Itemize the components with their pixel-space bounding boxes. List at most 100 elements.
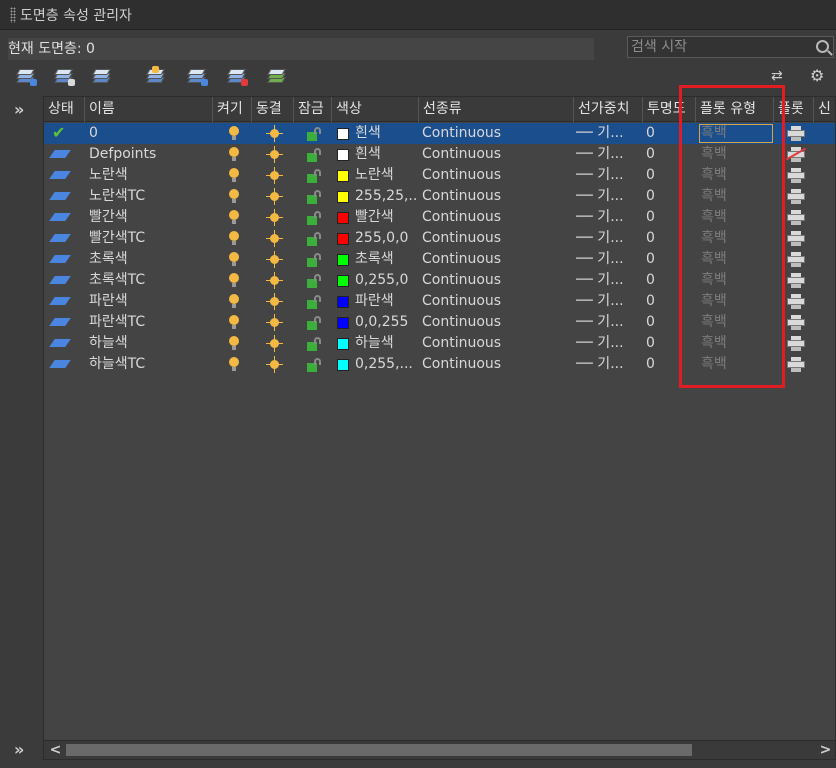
- linetype[interactable]: Continuous: [422, 333, 572, 354]
- color-label[interactable]: 파란색: [355, 291, 417, 312]
- bulb-icon[interactable]: [229, 315, 239, 329]
- printer-icon[interactable]: [785, 147, 807, 162]
- sun-icon[interactable]: [266, 125, 283, 142]
- unlock-icon[interactable]: [307, 337, 323, 351]
- bulb-icon[interactable]: [229, 252, 239, 266]
- lineweight[interactable]: ── 기...: [576, 291, 640, 312]
- layer-name[interactable]: 노란색TC: [89, 186, 211, 207]
- sun-icon[interactable]: [266, 314, 283, 331]
- sun-icon[interactable]: [266, 251, 283, 268]
- layer-name[interactable]: 빨간색TC: [89, 228, 211, 249]
- scroll-right-icon[interactable]: >: [816, 741, 835, 759]
- sun-icon[interactable]: [266, 188, 283, 205]
- linetype[interactable]: Continuous: [422, 186, 572, 207]
- color-swatch[interactable]: [337, 275, 349, 287]
- printer-icon[interactable]: [787, 294, 805, 309]
- color-swatch[interactable]: [337, 338, 349, 350]
- printer-icon[interactable]: [787, 168, 805, 183]
- unlock-icon[interactable]: [307, 190, 323, 204]
- new-layer-button[interactable]: [146, 66, 166, 86]
- unlock-icon[interactable]: [307, 295, 323, 309]
- lineweight[interactable]: ── 기...: [576, 165, 640, 186]
- linetype[interactable]: Continuous: [422, 123, 572, 144]
- sun-icon[interactable]: [266, 335, 283, 352]
- col-new-vp-freeze[interactable]: 신: [814, 97, 835, 122]
- unlock-icon[interactable]: [307, 232, 323, 246]
- grip-icon[interactable]: [10, 6, 16, 23]
- bulb-icon[interactable]: [229, 210, 239, 224]
- color-label[interactable]: 노란색: [355, 165, 417, 186]
- layer-name[interactable]: 초록색TC: [89, 270, 211, 291]
- printer-icon[interactable]: [787, 315, 805, 330]
- bulb-icon[interactable]: [229, 294, 239, 308]
- unlock-icon[interactable]: [307, 274, 323, 288]
- printer-icon[interactable]: [787, 252, 805, 267]
- linetype[interactable]: Continuous: [422, 228, 572, 249]
- search-input[interactable]: 검색 시작: [627, 36, 834, 58]
- layer-states-manager-button[interactable]: [92, 68, 112, 86]
- color-label[interactable]: 0,255,...: [355, 354, 417, 375]
- col-linetype[interactable]: 선종류: [419, 97, 574, 122]
- printer-icon[interactable]: [787, 210, 805, 225]
- expand-filter-bottom-icon[interactable]: »: [14, 740, 24, 759]
- col-on[interactable]: 켜기: [213, 97, 252, 122]
- layer-name[interactable]: 하늘색TC: [89, 354, 211, 375]
- unlock-icon[interactable]: [307, 127, 323, 141]
- sun-icon[interactable]: [266, 230, 283, 247]
- printer-icon[interactable]: [787, 273, 805, 288]
- bulb-icon[interactable]: [229, 336, 239, 350]
- lineweight[interactable]: ── 기...: [576, 270, 640, 291]
- layer-name[interactable]: 0: [89, 123, 211, 144]
- sun-icon[interactable]: [266, 146, 283, 163]
- expand-filter-icon[interactable]: »: [14, 100, 24, 119]
- col-lineweight[interactable]: 선가중치: [574, 97, 643, 122]
- settings-icon[interactable]: ⚙: [810, 68, 826, 84]
- sun-icon[interactable]: [266, 209, 283, 226]
- bulb-icon[interactable]: [229, 189, 239, 203]
- color-label[interactable]: 0,0,255: [355, 312, 417, 333]
- color-label[interactable]: 255,0,0: [355, 228, 417, 249]
- linetype[interactable]: Continuous: [422, 312, 572, 333]
- color-swatch[interactable]: [337, 359, 349, 371]
- layer-name[interactable]: 노란색: [89, 165, 211, 186]
- sun-icon[interactable]: [266, 293, 283, 310]
- horizontal-scrollbar[interactable]: < >: [44, 740, 835, 759]
- color-swatch[interactable]: [337, 170, 349, 182]
- col-status[interactable]: 상태: [44, 97, 85, 122]
- color-label[interactable]: 초록색: [355, 249, 417, 270]
- unlock-icon[interactable]: [307, 169, 323, 183]
- scroll-thumb[interactable]: [66, 744, 692, 756]
- set-current-button[interactable]: [267, 68, 287, 86]
- col-color[interactable]: 색상: [332, 97, 419, 122]
- layer-name[interactable]: 초록색: [89, 249, 211, 270]
- search-icon[interactable]: [816, 40, 829, 53]
- lineweight[interactable]: ── 기...: [576, 333, 640, 354]
- color-swatch[interactable]: [337, 254, 349, 266]
- bulb-icon[interactable]: [229, 126, 239, 140]
- color-label[interactable]: 0,255,0: [355, 270, 417, 291]
- printer-icon[interactable]: [787, 231, 805, 246]
- unlock-icon[interactable]: [307, 148, 323, 162]
- color-swatch[interactable]: [337, 296, 349, 308]
- color-swatch[interactable]: [337, 212, 349, 224]
- layer-name[interactable]: 파란색: [89, 291, 211, 312]
- color-label[interactable]: 빨간색: [355, 207, 417, 228]
- lineweight[interactable]: ── 기...: [576, 186, 640, 207]
- unlock-icon[interactable]: [307, 316, 323, 330]
- unlock-icon[interactable]: [307, 211, 323, 225]
- color-label[interactable]: 흰색: [355, 144, 417, 165]
- linetype[interactable]: Continuous: [422, 291, 572, 312]
- col-lock[interactable]: 잠금: [294, 97, 332, 122]
- bulb-icon[interactable]: [229, 357, 239, 371]
- printer-icon[interactable]: [787, 336, 805, 351]
- sun-icon[interactable]: [266, 167, 283, 184]
- bulb-icon[interactable]: [229, 231, 239, 245]
- new-group-filter-button[interactable]: [54, 68, 75, 86]
- color-swatch[interactable]: [337, 149, 349, 161]
- linetype[interactable]: Continuous: [422, 144, 572, 165]
- color-swatch[interactable]: [337, 317, 349, 329]
- color-label[interactable]: 흰색: [355, 123, 417, 144]
- layer-name[interactable]: Defpoints: [89, 144, 211, 165]
- color-label[interactable]: 255,25,...: [355, 186, 417, 207]
- lineweight[interactable]: ── 기...: [576, 144, 640, 165]
